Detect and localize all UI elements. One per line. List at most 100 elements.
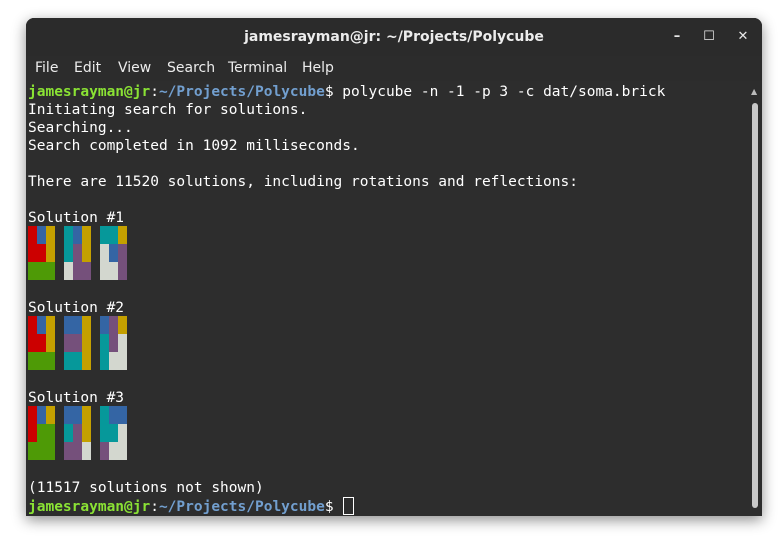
cube-cell (73, 352, 82, 370)
cube-cell (64, 406, 73, 424)
cube-cell (109, 334, 118, 352)
cube-cell (100, 316, 109, 334)
cube-cell (100, 334, 109, 352)
cube-cell (109, 442, 118, 460)
cube-cell (118, 406, 127, 424)
cube-cell (82, 352, 91, 370)
cube-cell (100, 406, 109, 424)
cube-cell (100, 352, 109, 370)
prompt-separator: : (150, 84, 159, 100)
cube-cell (82, 406, 91, 424)
prompt-separator: : (150, 499, 159, 515)
cube-cell (46, 424, 55, 442)
title-bar[interactable]: jamesrayman@jr: ~/Projects/Polycube – ☐ … (26, 18, 762, 56)
menu-help[interactable]: Help (302, 60, 334, 76)
cube-cell (100, 262, 109, 280)
cube-cell (28, 406, 37, 424)
solution-layer (28, 406, 55, 460)
scrollbar[interactable]: ▲ (748, 81, 762, 516)
menu-edit[interactable]: Edit (74, 60, 101, 76)
solution-layer (100, 226, 127, 280)
cube-cell (73, 262, 82, 280)
cube-cell (37, 442, 46, 460)
cube-cell (46, 262, 55, 280)
cube-cell (28, 262, 37, 280)
solution-layer (28, 316, 55, 370)
cube-cell (118, 334, 127, 352)
cube-cell (82, 424, 91, 442)
prompt-user-host: jamesrayman@jr (28, 499, 151, 515)
window-title: jamesrayman@jr: ~/Projects/Polycube (244, 29, 544, 45)
prompt-path: ~/Projects/Polycube (158, 84, 325, 100)
cube-cell (64, 424, 73, 442)
cube-cell (46, 334, 55, 352)
cube-cell (100, 442, 109, 460)
cube-cell (37, 316, 46, 334)
cube-cell (73, 316, 82, 334)
command-text: polycube -n -1 -p 3 -c dat/soma.brick (342, 84, 666, 100)
output-line-1: Initiating search for solutions. (28, 102, 308, 118)
cube-cell (28, 352, 37, 370)
cube-cell (37, 226, 46, 244)
cube-cell (64, 262, 73, 280)
menu-bar: File Edit View Search Terminal Help (26, 56, 762, 81)
minimize-button[interactable]: – (668, 28, 686, 46)
cube-cell (118, 424, 127, 442)
menu-terminal[interactable]: Terminal (228, 60, 287, 76)
terminal-window: jamesrayman@jr: ~/Projects/Polycube – ☐ … (26, 18, 762, 516)
menu-view[interactable]: View (118, 60, 151, 76)
cube-cell (46, 316, 55, 334)
cube-cell (73, 334, 82, 352)
solution-layer (100, 406, 127, 460)
solution-layer (64, 406, 91, 460)
solution-1-label: Solution #1 (28, 210, 125, 226)
prompt-dollar: $ (324, 499, 343, 515)
close-button[interactable]: ✕ (734, 28, 752, 46)
cube-cell (37, 262, 46, 280)
cube-cell (64, 226, 73, 244)
cube-cell (82, 244, 91, 262)
solution-layer (28, 226, 55, 280)
maximize-button[interactable]: ☐ (700, 28, 718, 46)
cube-cell (28, 316, 37, 334)
cube-cell (118, 316, 127, 334)
cube-cell (46, 406, 55, 424)
terminal-output[interactable]: jamesrayman@jr:~/Projects/Polycube$ poly… (26, 81, 748, 516)
scrollbar-thumb[interactable] (752, 103, 758, 508)
menu-file[interactable]: File (35, 60, 58, 76)
cube-cell (28, 424, 37, 442)
cube-cell (64, 352, 73, 370)
solution-layer (64, 316, 91, 370)
command-line: jamesrayman@jr:~/Projects/Polycube$ poly… (28, 83, 665, 101)
prompt-path: ~/Projects/Polycube (158, 499, 325, 515)
cube-cell (64, 442, 73, 460)
prompt-dollar: $ (324, 84, 343, 100)
cube-cell (46, 244, 55, 262)
cube-cell (109, 406, 118, 424)
cube-cell (37, 334, 46, 352)
cube-cell (73, 244, 82, 262)
cube-cell (73, 406, 82, 424)
cube-cell (118, 352, 127, 370)
solution-layer (100, 316, 127, 370)
cube-cell (37, 352, 46, 370)
text-cursor (343, 497, 355, 515)
cube-cell (100, 424, 109, 442)
cube-cell (109, 244, 118, 262)
cube-cell (46, 352, 55, 370)
cube-cell (82, 226, 91, 244)
cube-cell (118, 262, 127, 280)
cube-cell (37, 406, 46, 424)
cube-cell (37, 244, 46, 262)
output-line-2: Searching... (28, 120, 133, 136)
cube-cell (73, 226, 82, 244)
cube-cell (118, 244, 127, 262)
cube-cell (64, 334, 73, 352)
cube-cell (82, 442, 91, 460)
cube-cell (73, 424, 82, 442)
menu-search[interactable]: Search (167, 60, 215, 76)
scroll-up-arrow-icon[interactable]: ▲ (751, 87, 757, 96)
cube-cell (118, 442, 127, 460)
cube-cell (82, 316, 91, 334)
cube-cell (109, 226, 118, 244)
